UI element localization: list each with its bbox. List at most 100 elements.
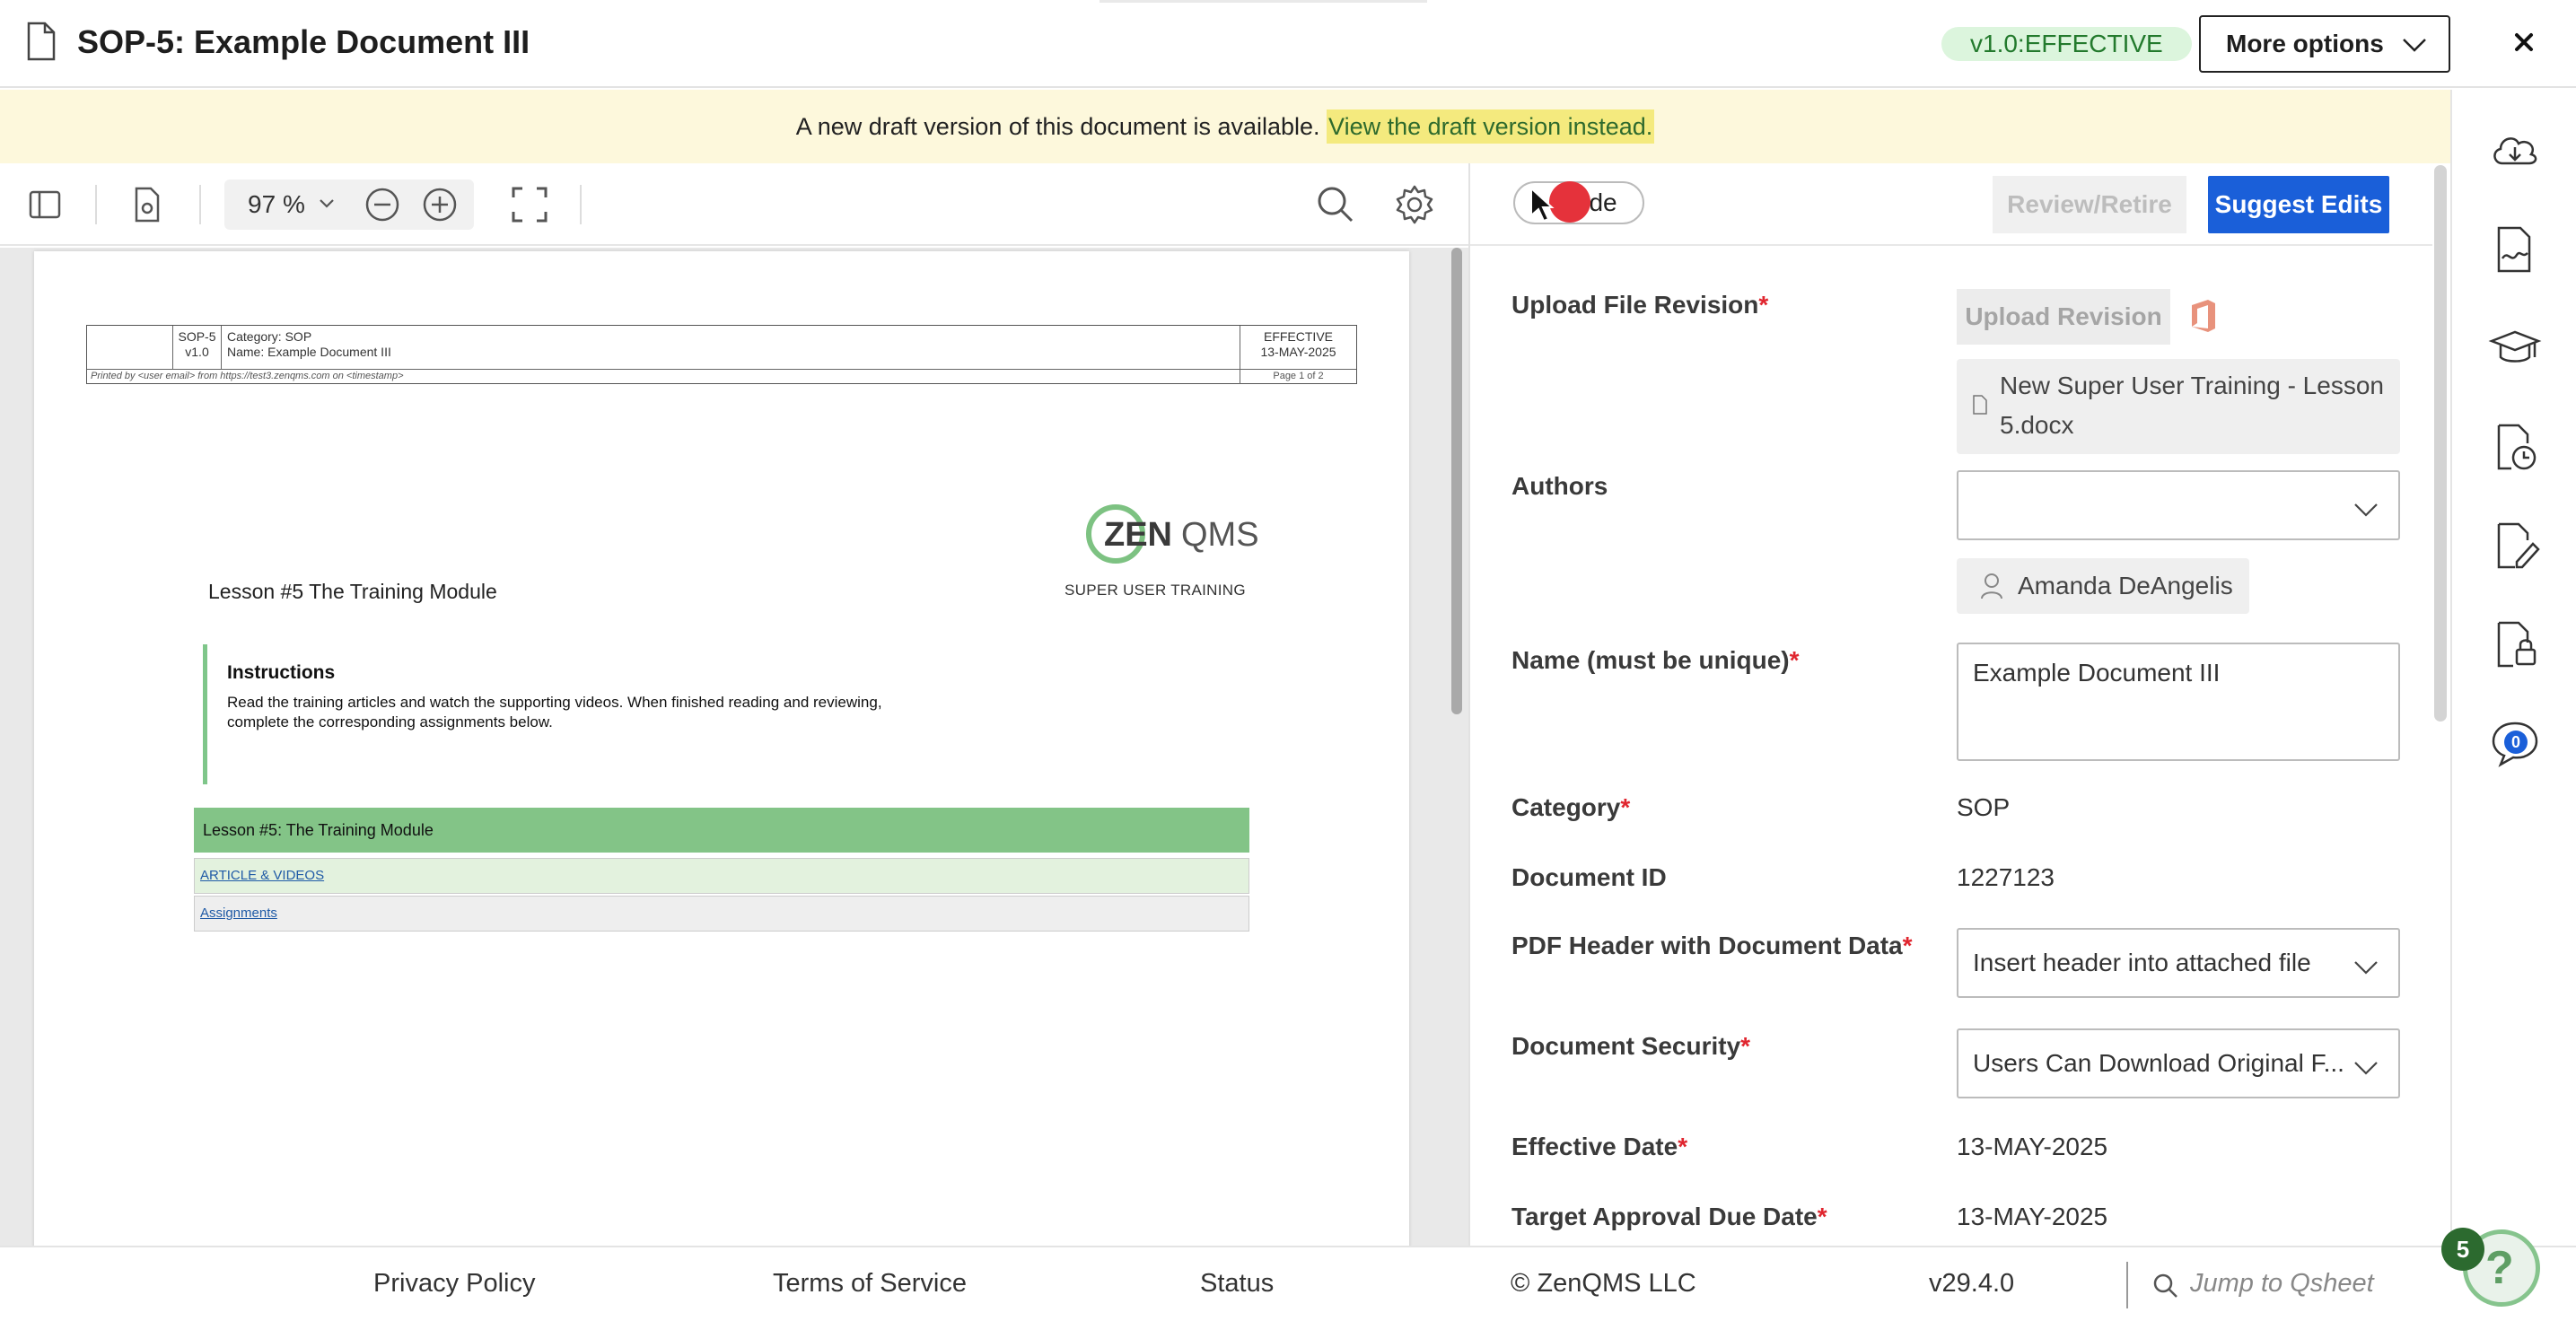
printed-by-text: Printed by <user email> from https://tes…: [91, 371, 404, 381]
panel-scrollbar[interactable]: [2434, 165, 2447, 722]
chevron-down-icon: [2354, 961, 2378, 975]
required-mark: *: [1678, 1133, 1688, 1160]
instructions-box: Instructions Read the training articles …: [203, 644, 975, 784]
suggest-edits-button[interactable]: Suggest Edits: [2208, 176, 2389, 233]
document-scrollbar[interactable]: [1451, 248, 1462, 714]
header-id-cell: SOP-5 v1.0: [173, 326, 222, 369]
target-date-value: 13-MAY-2025: [1957, 1203, 2108, 1230]
header-category-label: Category:: [227, 329, 282, 344]
document-id-value: 1227123: [1957, 863, 2055, 891]
gear-icon[interactable]: [1393, 183, 1436, 226]
name-field[interactable]: Example Document III: [1957, 643, 2400, 761]
toolbar-divider: [95, 185, 97, 224]
draft-banner: A new draft version of this document is …: [0, 90, 2450, 163]
sidebar-toggle-icon[interactable]: [23, 183, 66, 226]
article-videos-link[interactable]: ARTICLE & VIDEOS: [200, 868, 324, 883]
status-badge: v1.0:EFFECTIVE: [1941, 27, 2192, 61]
required-mark: *: [1902, 932, 1913, 959]
category-label-text: Category: [1511, 793, 1621, 821]
logo-qms: QMS: [1181, 516, 1259, 554]
target-date-label-text: Target Approval Due Date: [1511, 1203, 1818, 1230]
search-icon[interactable]: [1314, 183, 1357, 226]
chevron-down-icon[interactable]: [318, 197, 336, 210]
document-page: SOP-5 v1.0 Category: SOP Name: Example D…: [34, 251, 1409, 1246]
office-icon[interactable]: [2188, 298, 2219, 334]
required-mark: *: [1620, 793, 1631, 821]
footer-divider: [2126, 1262, 2128, 1308]
toolbar-divider: [580, 185, 582, 224]
document-security-label: Document Security*: [1511, 1032, 1750, 1061]
header-status-cell: EFFECTIVE 13-MAY-2025: [1240, 326, 1356, 369]
cursor-indicator: [1549, 181, 1590, 223]
assignments-link[interactable]: Assignments: [200, 905, 277, 921]
graduation-cap-icon[interactable]: [2488, 321, 2542, 375]
document-security-value: Users Can Download Original F...: [1973, 1049, 2344, 1077]
authors-label: Authors: [1511, 472, 1608, 500]
page-title: SOP-5: Example Document III: [77, 23, 530, 60]
header-id: SOP-5: [178, 329, 216, 344]
hide-button[interactable]: Hide: [1513, 181, 1644, 224]
header-status: EFFECTIVE: [1263, 329, 1333, 344]
category-value: SOP: [1957, 793, 2011, 821]
attached-file[interactable]: New Super User Training - Lesson 5.docx: [1957, 359, 2400, 454]
pdf-header-label-text: PDF Header with Document Data: [1511, 932, 1903, 959]
table-row: Assignments: [194, 896, 1249, 932]
more-options-button[interactable]: More options: [2199, 15, 2450, 73]
effective-date-label-text: Effective Date: [1511, 1133, 1678, 1160]
page-number: Page 1 of 2: [1240, 370, 1356, 384]
toolbar-divider: [199, 185, 201, 224]
document-settings-icon[interactable]: [126, 183, 169, 226]
zoom-value: 97: [248, 190, 276, 218]
upload-revision-button[interactable]: Upload Revision: [1957, 289, 2170, 345]
upload-file-label: Upload File Revision*: [1511, 291, 1768, 319]
name-label: Name (must be unique)*: [1511, 646, 1800, 675]
zoom-unit: %: [282, 190, 305, 218]
view-draft-link[interactable]: View the draft version instead.: [1327, 109, 1655, 144]
pdf-header-select[interactable]: Insert header into attached file: [1957, 928, 2400, 998]
cloud-download-icon[interactable]: [2488, 124, 2542, 178]
author-chip[interactable]: Amanda DeAngelis: [1957, 558, 2249, 614]
chevron-down-icon: [2354, 1062, 2378, 1075]
signature-document-icon[interactable]: [2488, 223, 2542, 276]
status-link[interactable]: Status: [1200, 1269, 1274, 1299]
instructions-text: Read the training articles and watch the…: [227, 694, 882, 730]
edit-document-icon[interactable]: [2488, 519, 2542, 573]
comment-count-badge: 0: [2504, 730, 2528, 754]
pdf-header-value: Insert header into attached file: [1973, 949, 2311, 976]
effective-date-value: 13-MAY-2025: [1957, 1133, 2108, 1160]
panel-divider-line: [1470, 244, 2432, 246]
authors-select[interactable]: [1957, 470, 2400, 540]
review-retire-button[interactable]: Review/Retire: [1993, 176, 2186, 233]
file-icon: [1973, 395, 1987, 415]
logo-zen: ZEN: [1104, 516, 1172, 554]
header-meta-cell: Category: SOP Name: Example Document III: [227, 329, 391, 360]
help-notification-badge: 5: [2441, 1228, 2484, 1271]
comments-button[interactable]: 0: [2488, 716, 2542, 770]
header-version: v1.0: [185, 345, 209, 359]
right-icon-rail: 0: [2450, 90, 2576, 1247]
author-name: Amanda DeAngelis: [2018, 572, 2233, 599]
document-history-icon[interactable]: [2488, 420, 2542, 474]
document-lock-icon[interactable]: [2488, 617, 2542, 671]
zoom-in-icon[interactable]: [418, 183, 461, 226]
header-blank-cell: [87, 326, 173, 369]
jump-to-qsheet-input[interactable]: Jump to Qsheet: [2147, 1262, 2456, 1308]
document-security-select[interactable]: Users Can Download Original F...: [1957, 1028, 2400, 1098]
document-security-label-text: Document Security: [1511, 1032, 1741, 1060]
header-category: SOP: [285, 329, 312, 344]
terms-of-service-link[interactable]: Terms of Service: [773, 1269, 967, 1299]
lesson-table-header: Lesson #5: The Training Module: [194, 808, 1249, 853]
pdf-header-label: PDF Header with Document Data*: [1511, 932, 1913, 960]
app-version: v29.4.0: [1929, 1269, 2015, 1298]
cursor-arrow-icon: [1530, 187, 1555, 223]
effective-date-label: Effective Date*: [1511, 1133, 1687, 1161]
chevron-down-icon: [2403, 39, 2426, 52]
name-label-text: Name (must be unique): [1511, 646, 1790, 674]
document-viewer[interactable]: SOP-5 v1.0 Category: SOP Name: Example D…: [0, 248, 1468, 1246]
fullscreen-icon[interactable]: [508, 183, 551, 226]
title-bar: SOP-5: Example Document III v1.0:EFFECTI…: [0, 0, 2576, 88]
privacy-policy-link[interactable]: Privacy Policy: [373, 1269, 536, 1299]
close-icon[interactable]: [2509, 27, 2539, 57]
document-icon: [27, 22, 56, 61]
zoom-out-icon[interactable]: [361, 183, 404, 226]
